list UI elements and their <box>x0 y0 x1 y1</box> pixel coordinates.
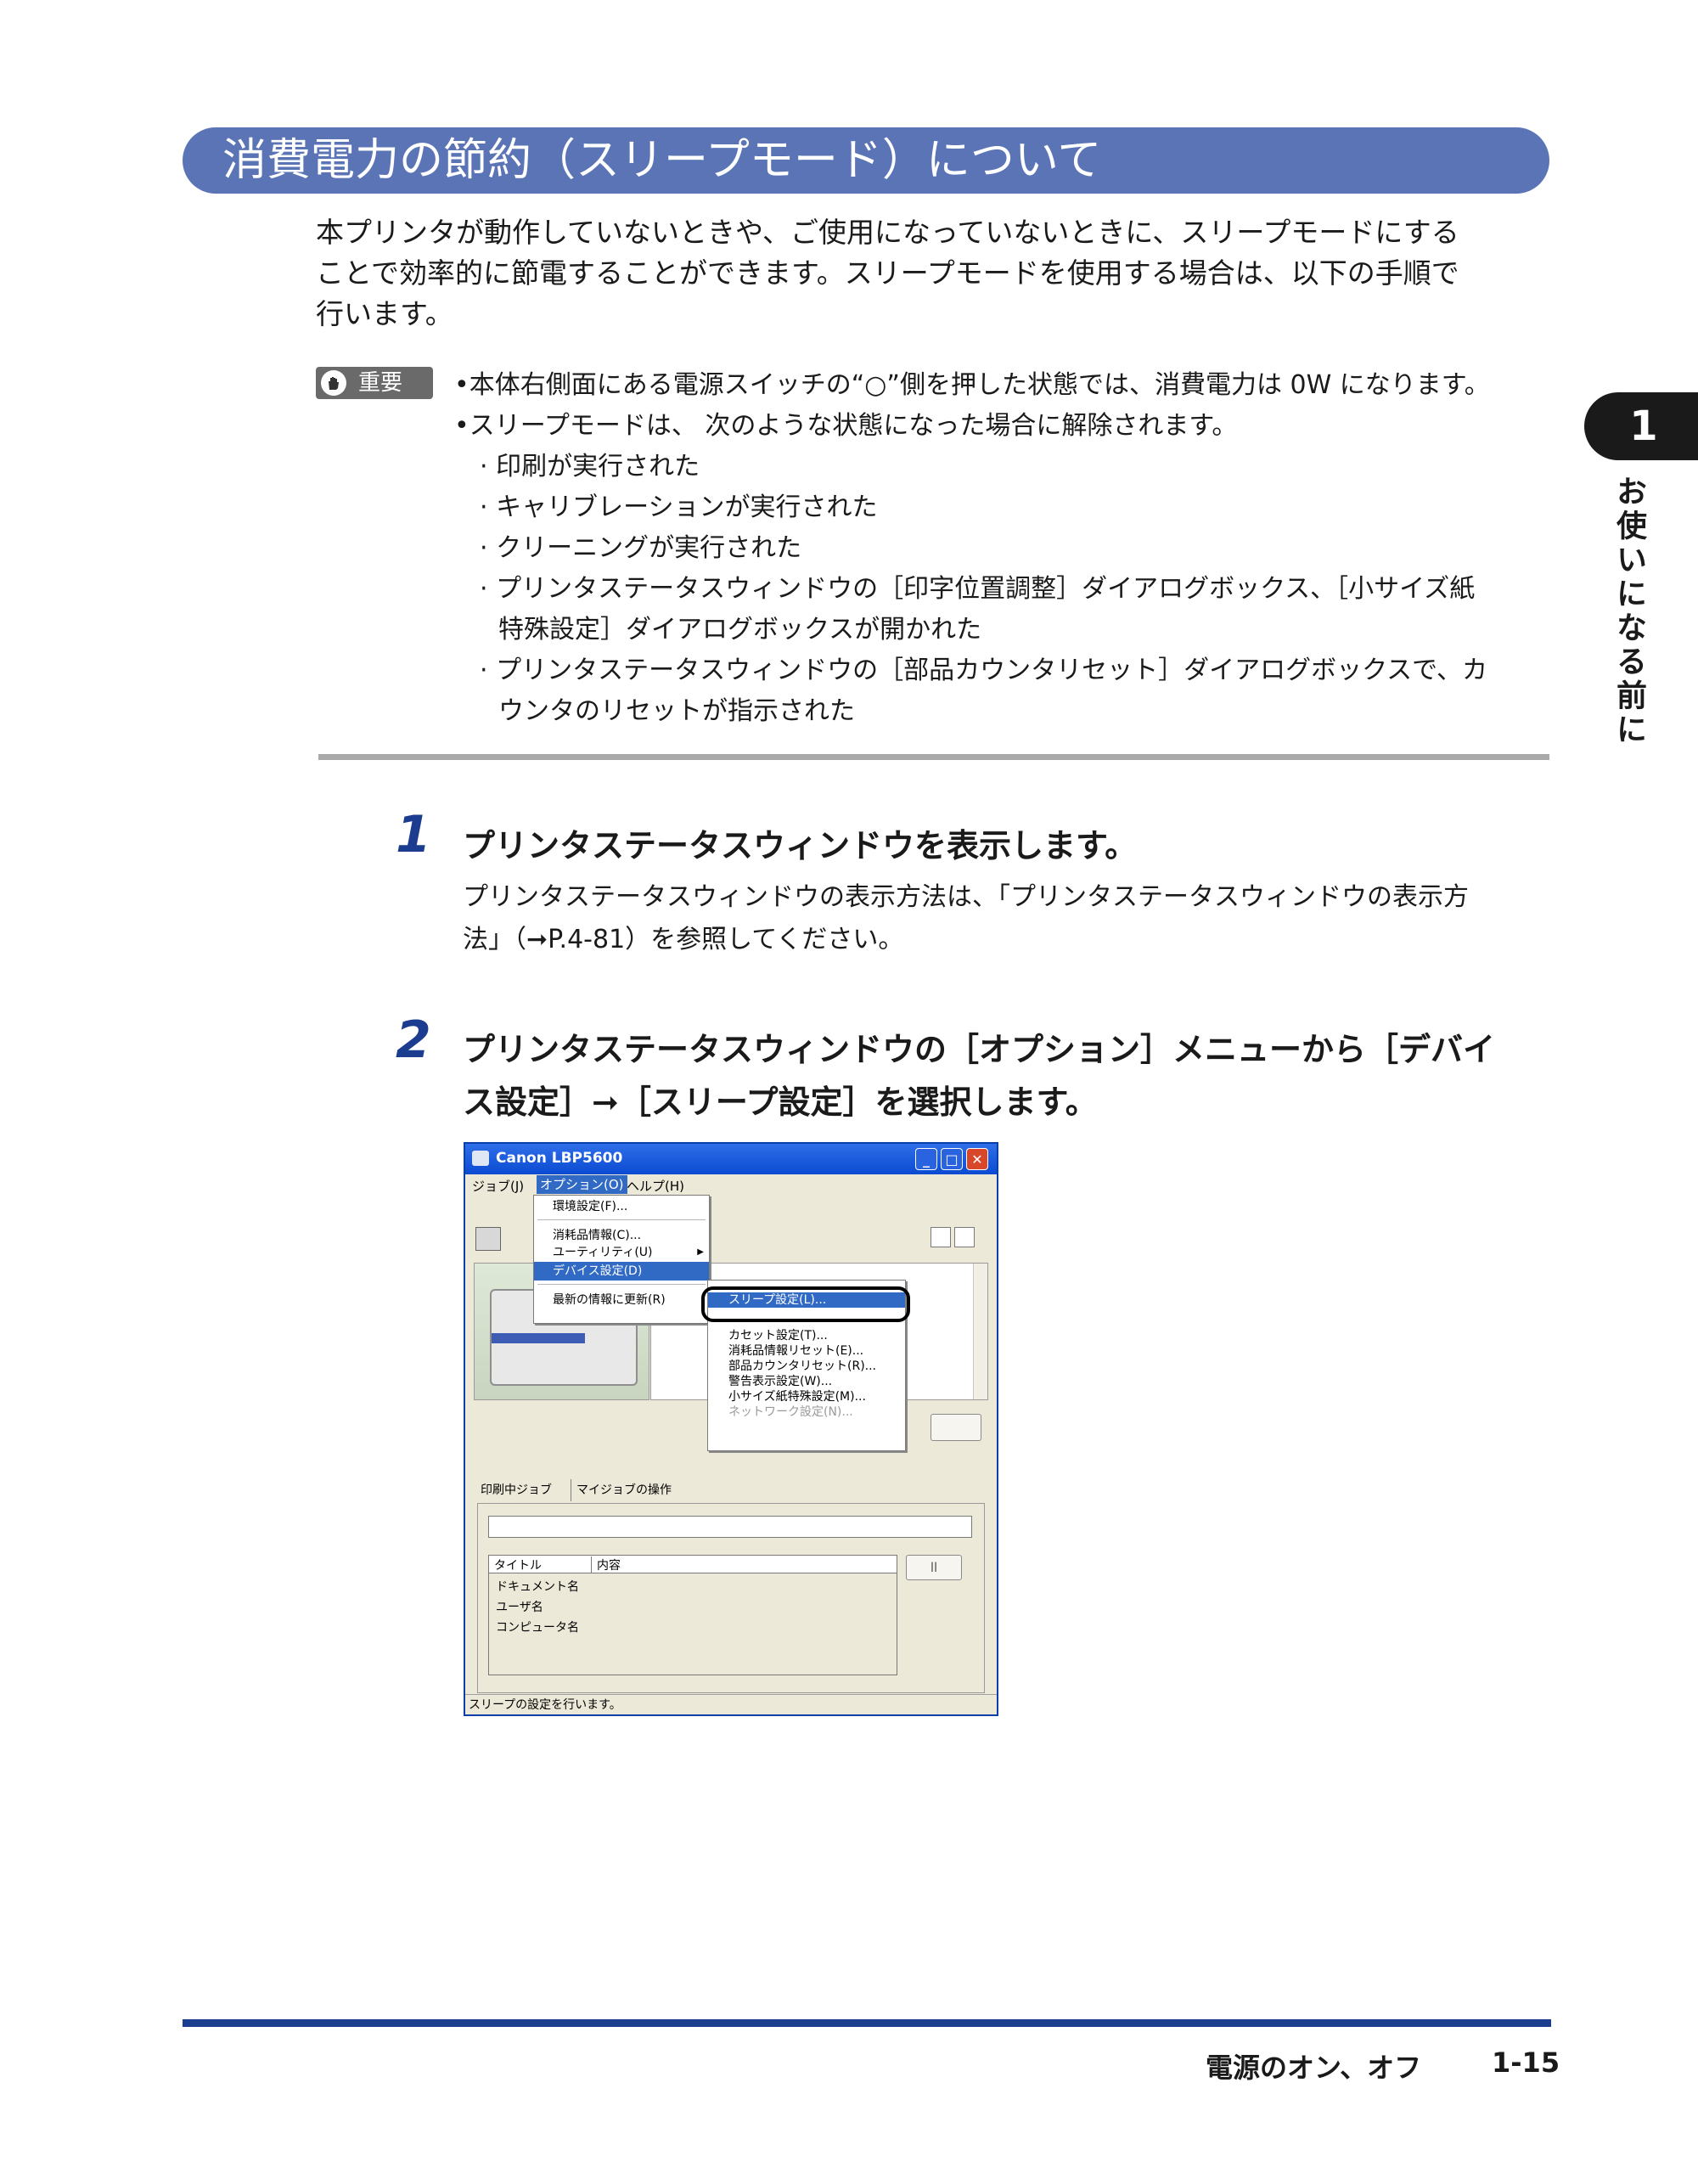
tab-printing-jobs[interactable]: 印刷中ジョブ <box>475 1479 557 1501</box>
chapter-title: お使いになる前に <box>1611 476 1646 747</box>
col-content[interactable]: 内容 <box>591 1556 621 1573</box>
intro-paragraph: 本プリンタが動作していないときや、ご使用になっていないときに、スリープモードにす… <box>316 212 1555 335</box>
maximize-button[interactable]: □ <box>941 1148 963 1170</box>
submenu-item-parts-reset[interactable]: 部品カウンタリセット(R)... <box>708 1359 905 1374</box>
table-row: ドキュメント名 <box>496 1580 579 1594</box>
job-table: タイトル 内容 ドキュメント名 ユーザ名 コンピュータ名 <box>488 1555 897 1675</box>
important-item: · キャリブレーションが実行された <box>480 493 878 522</box>
chapter-tab: 1 <box>1584 392 1698 460</box>
submenu-arrow-icon: ▶ <box>697 1247 704 1257</box>
important-badge-label: 重要 <box>358 370 403 396</box>
paper-cassette <box>492 1333 585 1343</box>
important-bullet: •スリープモードは、 次のような状態になった場合に解除されます。 <box>454 411 1238 441</box>
progress-bar <box>488 1516 972 1538</box>
menu-item-utility[interactable]: ユーティリティ(U) ▶ <box>534 1243 709 1262</box>
important-item: · プリンタステータスウィンドウの［印字位置調整］ダイアログボックス、［小サイズ… <box>480 574 1476 604</box>
important-item: · 印刷が実行された <box>480 452 700 481</box>
hand-stop-icon <box>321 370 346 396</box>
page-number: 1-15 <box>1492 2046 1560 2079</box>
important-item: · クリーニングが実行された <box>480 533 802 563</box>
important-notes: •本体右側面にある電源スイッチの“○”側を押した状態では、消費電力は 0W にな… <box>454 365 1558 732</box>
step-title-line: ス設定］➞［スリープ設定］を選択します。 <box>463 1084 1098 1121</box>
step-number: 2 <box>396 1010 431 1070</box>
tab-my-jobs[interactable]: マイジョブの操作 <box>571 1479 677 1501</box>
tab-panel: タイトル 内容 ドキュメント名 ユーザ名 コンピュータ名 ll <box>477 1503 985 1693</box>
options-menu: 環境設定(F)... 消耗品情報(C)... ユーティリティ(U) ▶ デバイス設… <box>533 1195 710 1324</box>
menu-help[interactable]: ヘルプ(H) <box>627 1177 684 1195</box>
submenu-item-small-paper[interactable]: 小サイズ紙特殊設定(M)... <box>708 1389 905 1404</box>
status-bar: スリープの設定を行います。 <box>465 1694 997 1714</box>
printer-app-icon <box>472 1151 489 1166</box>
important-bullet: •本体右側面にある電源スイッチの“○”側を押した状態では、消費電力は 0W にな… <box>454 370 1490 400</box>
status-icon[interactable] <box>931 1227 951 1247</box>
step-body-line: プリンタステータスウィンドウの表示方法は、「プリンタステータスウィンドウの表示方 <box>463 882 1469 912</box>
intro-line: ことで効率的に節電することができます。スリープモードを使用する場合は、以下の手順… <box>316 256 1459 290</box>
minimize-button[interactable]: _ <box>915 1148 937 1170</box>
table-header: タイトル 内容 <box>489 1556 897 1573</box>
window-titlebar: Canon LBP5600 _ □ ✕ <box>465 1144 997 1174</box>
submenu-item-cassette[interactable]: カセット設定(T)... <box>708 1328 905 1343</box>
menu-separator <box>537 1284 706 1285</box>
important-item: · プリンタステータスウィンドウの［部品カウンタリセット］ダイアログボックスで、… <box>480 656 1487 685</box>
important-item: 特殊設定］ダイアログボックスが開かれた <box>498 615 982 645</box>
section-title: 消費電力の節約（スリープモード）について <box>222 135 1102 186</box>
table-row: ユーザ名 <box>496 1601 543 1614</box>
important-badge: 重要 <box>316 367 433 399</box>
step-body: プリンタステータスウィンドウの表示方法は、「プリンタステータスウィンドウの表示方… <box>463 876 1558 961</box>
menu-job[interactable]: ジョブ(J) <box>472 1177 524 1195</box>
menu-item-consumables[interactable]: 消耗品情報(C)... <box>534 1226 709 1245</box>
divider <box>318 754 1549 760</box>
col-title[interactable]: タイトル <box>494 1556 542 1573</box>
important-item: ウンタのリセットが指示された <box>498 696 855 726</box>
menu-options[interactable]: オプション(O) <box>537 1175 627 1194</box>
vertical-scrollbar[interactable] <box>973 1264 987 1399</box>
step-title: プリンタステータスウィンドウの［オプション］メニューから［デバイ ス設定］➞［ス… <box>463 1023 1495 1129</box>
printer-status-window: Canon LBP5600 _ □ ✕ ジョブ(J) オプション(O) ヘルプ(… <box>464 1142 998 1716</box>
help-icon[interactable] <box>954 1227 975 1247</box>
menu-item-env[interactable]: 環境設定(F)... <box>534 1197 709 1216</box>
menu-item-refresh[interactable]: 最新の情報に更新(R) <box>534 1291 709 1309</box>
pause-button[interactable]: ll <box>906 1555 962 1580</box>
submenu-item-consumables-reset[interactable]: 消耗品情報リセット(E)... <box>708 1343 905 1359</box>
footer-rule <box>183 2019 1551 2027</box>
printer-icon[interactable] <box>475 1227 501 1251</box>
menu-item-device[interactable]: デバイス設定(D) <box>534 1262 709 1281</box>
step-body-line: 法」（➞P.4-81）を参照してください。 <box>463 925 904 954</box>
highlight-callout <box>701 1286 910 1322</box>
close-button[interactable]: ✕ <box>966 1148 988 1170</box>
menu-item-utility-label: ユーティリティ(U) <box>553 1246 653 1259</box>
step-number: 1 <box>396 805 431 864</box>
submenu-item-network[interactable]: ネットワーク設定(N)... <box>708 1404 905 1420</box>
table-row: コンピュータ名 <box>496 1621 579 1635</box>
step-title: プリンタステータスウィンドウを表示します。 <box>463 827 1138 864</box>
cleaning-button[interactable] <box>931 1414 981 1441</box>
submenu-item-warning[interactable]: 警告表示設定(W)... <box>708 1374 905 1389</box>
intro-line: 本プリンタが動作していないときや、ご使用になっていないときに、スリープモードにす… <box>316 216 1459 249</box>
menubar: ジョブ(J) オプション(O) ヘルプ(H) <box>465 1174 997 1195</box>
window-title: Canon LBP5600 <box>496 1150 623 1167</box>
menu-separator <box>537 1219 706 1220</box>
footer-section: 電源のオン、オフ <box>1206 2052 1422 2084</box>
step-title-line: プリンタステータスウィンドウの［オプション］メニューから［デバイ <box>463 1031 1496 1068</box>
intro-line: 行います。 <box>316 297 453 330</box>
